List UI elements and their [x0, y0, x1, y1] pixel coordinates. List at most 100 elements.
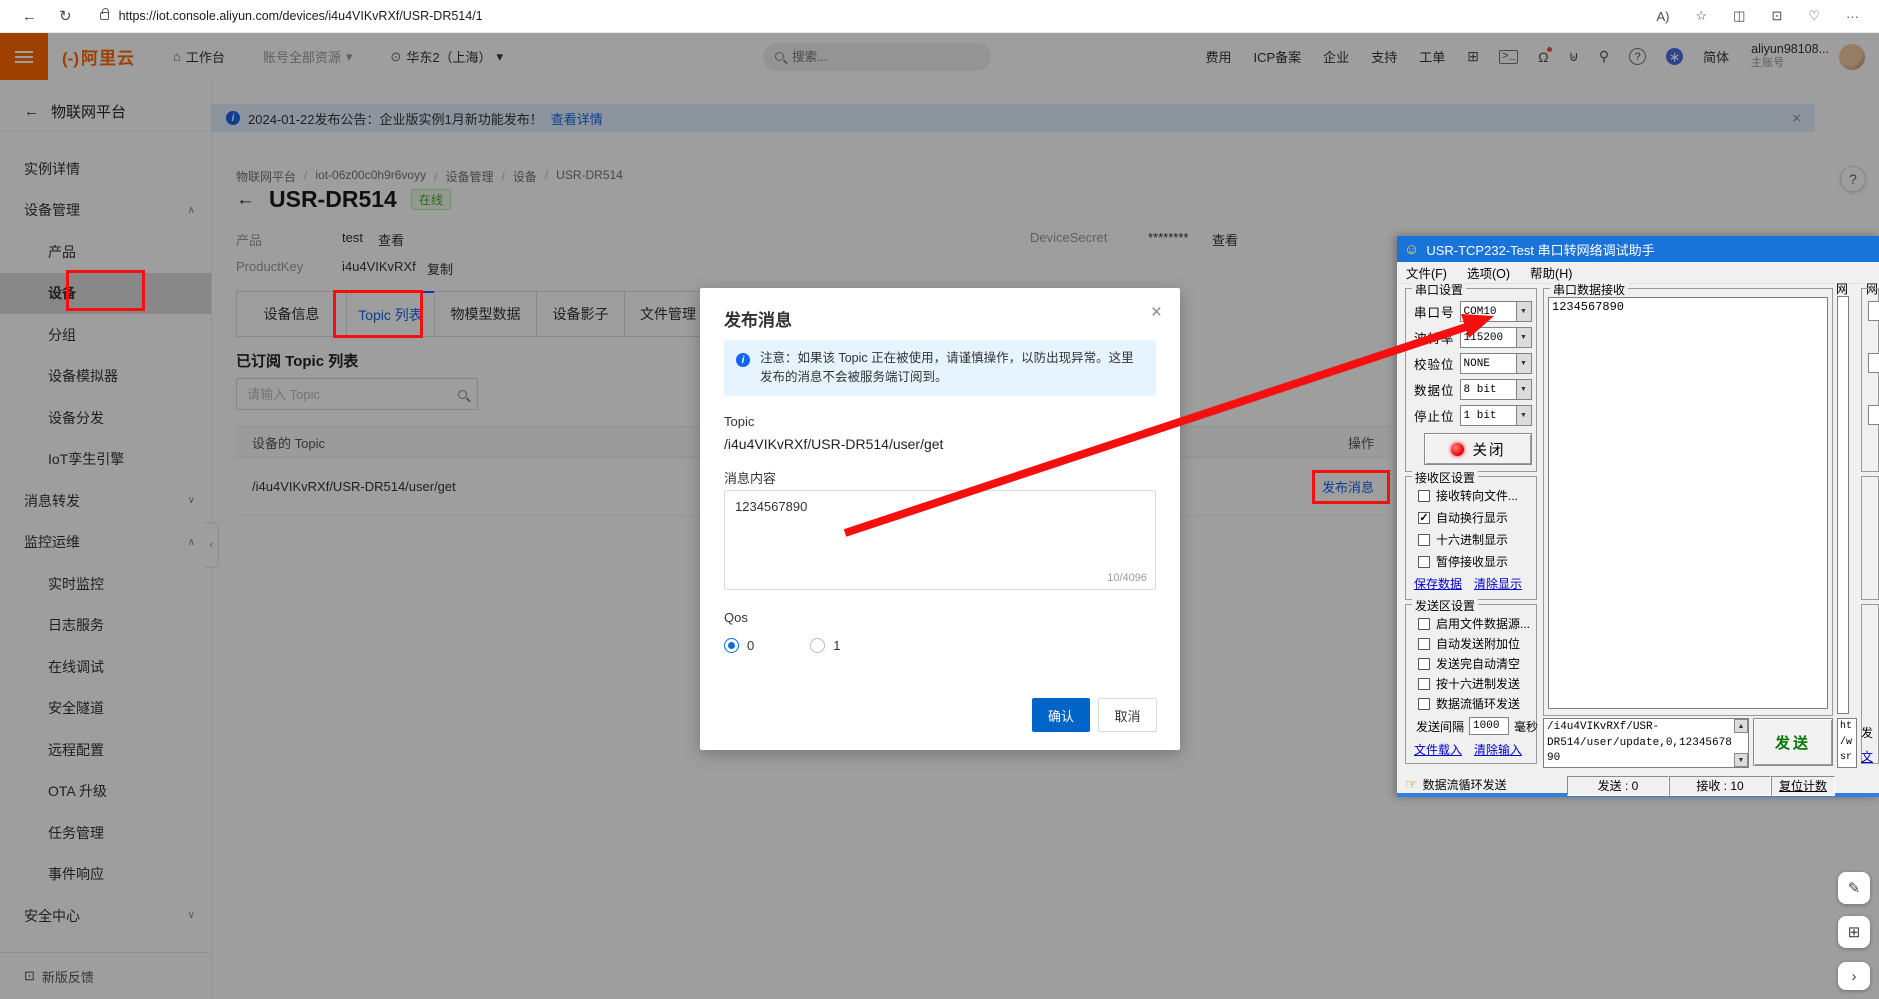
checkbox-loop-send[interactable]: 数据流循环发送: [1418, 695, 1520, 712]
send-interval-input[interactable]: [1469, 717, 1509, 735]
dropdown-icon[interactable]: ▼: [1516, 302, 1531, 321]
qos-1-radio[interactable]: 1: [810, 638, 840, 653]
parity-row: 校验位 NONE▼: [1414, 353, 1532, 374]
browser-essentials-icon[interactable]: ♡: [1808, 8, 1820, 24]
parity-select[interactable]: NONE▼: [1460, 353, 1532, 374]
checkbox-icon: [1418, 678, 1430, 690]
checkbox-send-as-hex[interactable]: 按十六进制发送: [1418, 675, 1520, 692]
dialog-title: 发布消息: [724, 306, 792, 331]
group-label: 发送区设置: [1412, 597, 1478, 614]
serial-port-select[interactable]: COM10▼: [1460, 301, 1532, 322]
app-smiley-icon: ☺: [1404, 241, 1419, 258]
cancel-button[interactable]: 取消: [1098, 698, 1157, 732]
browser-menu-icon[interactable]: ···: [1846, 9, 1859, 24]
topic-label: Topic: [724, 414, 754, 429]
cutoff-link-fragment[interactable]: 文: [1861, 748, 1873, 765]
receive-settings-group: 接收区设置 接收转向文件... ✓自动换行显示 十六进制显示 暂停接收显示 保存…: [1405, 476, 1537, 600]
reset-counter-button[interactable]: 复位计数: [1771, 776, 1835, 796]
message-content-label: 消息内容: [724, 468, 776, 487]
qos-0-radio[interactable]: 0: [724, 638, 754, 653]
split-screen-icon[interactable]: ◫: [1733, 8, 1745, 24]
favorite-star-icon[interactable]: ☆: [1695, 8, 1707, 24]
checkbox-auto-send-append[interactable]: 自动发送附加位: [1418, 635, 1520, 652]
window-titlebar[interactable]: ☺ USR-TCP232-Test 串口转网络调试助手: [1397, 236, 1879, 262]
stop-bits-select[interactable]: 1 bit▼: [1460, 405, 1532, 426]
baud-rate-select[interactable]: 115200▼: [1460, 327, 1532, 348]
checkbox-recv-to-file[interactable]: 接收转向文件...: [1418, 487, 1518, 504]
checkbox-pause-recv[interactable]: 暂停接收显示: [1418, 553, 1508, 570]
receive-data-area[interactable]: 1234567890: [1548, 297, 1828, 709]
collections-icon[interactable]: ⊡: [1771, 8, 1782, 24]
read-aloud-icon[interactable]: A): [1656, 9, 1669, 24]
close-icon[interactable]: ×: [1151, 302, 1162, 324]
topic-value: /i4u4VIKvRXf/USR-DR514/user/get: [724, 436, 943, 452]
scroll-strip[interactable]: [1837, 296, 1849, 714]
radio-icon: [724, 638, 739, 653]
group-label: 串口设置: [1412, 281, 1466, 298]
scroll-up-icon[interactable]: ▲: [1734, 719, 1748, 733]
menu-bar: 文件(F) 选项(O) 帮助(H): [1397, 262, 1879, 284]
info-icon: i: [736, 353, 750, 367]
send-data-box[interactable]: /i4u4VIKvRXf/USR- DR514/user/update,0,12…: [1543, 718, 1749, 768]
stop-bits-row: 停止位 1 bit▼: [1414, 405, 1532, 426]
serial-data-receive-group: 串口数据接收 1234567890: [1543, 288, 1833, 716]
baud-rate-row: 波特率 115200▼: [1414, 327, 1532, 348]
browser-toolbar: ← ↻ https://iot.console.aliyun.com/devic…: [0, 0, 1879, 33]
clear-input-link[interactable]: 清除输入: [1474, 741, 1522, 758]
qos-label: Qos: [724, 610, 748, 625]
checkbox-clear-after-send[interactable]: 发送完自动清空: [1418, 655, 1520, 672]
browser-reload-icon[interactable]: ↻: [59, 7, 72, 25]
save-data-link[interactable]: 保存数据: [1414, 575, 1462, 592]
dropdown-icon[interactable]: ▼: [1516, 380, 1531, 399]
checkbox-file-data-source[interactable]: 启用文件数据源...: [1418, 615, 1530, 632]
serial-settings-group: 串口设置 串口号 COM10▼ 波特率 115200▼ 校验位 NONE▼ 数据…: [1405, 288, 1537, 472]
message-content-textarea[interactable]: 1234567890: [725, 491, 1155, 589]
serial-close-button[interactable]: 关闭: [1424, 433, 1532, 465]
send-interval-row: 发送间隔 毫秒: [1416, 717, 1538, 735]
checkbox-auto-newline[interactable]: ✓自动换行显示: [1418, 509, 1508, 526]
screen: ← ↻ https://iot.console.aliyun.com/devic…: [0, 0, 1879, 999]
cutoff-group-fragment: [1861, 288, 1879, 472]
group-label: 串口数据接收: [1550, 281, 1628, 298]
browser-back-icon[interactable]: ←: [22, 8, 37, 25]
menu-options[interactable]: 选项(O): [1467, 263, 1510, 282]
edge-panel-icon[interactable]: ⊞: [1838, 916, 1870, 948]
dropdown-icon[interactable]: ▼: [1516, 328, 1531, 347]
checkbox-hex-display[interactable]: 十六进制显示: [1418, 531, 1508, 548]
checkbox-icon: [1418, 534, 1430, 546]
lock-icon: [100, 12, 109, 20]
dropdown-icon[interactable]: ▼: [1516, 406, 1531, 425]
load-file-link[interactable]: 文件载入: [1414, 741, 1462, 758]
radio-icon: [810, 638, 825, 653]
edge-expand-icon[interactable]: ›: [1838, 962, 1870, 990]
received-counter: 接收 : 10: [1669, 776, 1771, 796]
window-title: USR-TCP232-Test 串口转网络调试助手: [1426, 240, 1654, 259]
cutoff-text-fragment: 发: [1861, 724, 1873, 741]
publish-message-dialog: 发布消息 × i 注意：如果该 Topic 正在被使用，请谨慎操作，以防出现异常…: [700, 288, 1180, 750]
statusbar-stream: ☞ 数据流循环发送: [1405, 776, 1507, 793]
alert-box: i 注意：如果该 Topic 正在被使用，请谨慎操作，以防出现异常。这里发布的消…: [724, 340, 1156, 396]
menu-help[interactable]: 帮助(H): [1530, 263, 1572, 282]
hand-pointer-icon: ☞: [1405, 776, 1418, 793]
confirm-button[interactable]: 确认: [1032, 698, 1090, 732]
send-button[interactable]: 发送: [1753, 718, 1833, 766]
send-data-text: /i4u4VIKvRXf/USR- DR514/user/update,0,12…: [1547, 720, 1732, 766]
usr-tcp232-window: ☺ USR-TCP232-Test 串口转网络调试助手 文件(F) 选项(O) …: [1397, 236, 1879, 797]
edge-compose-icon[interactable]: ✎: [1838, 872, 1870, 904]
url-text[interactable]: https://iot.console.aliyun.com/devices/i…: [119, 9, 483, 23]
scroll-down-icon[interactable]: ▼: [1734, 753, 1748, 767]
checkbox-icon: ✓: [1418, 512, 1430, 524]
data-bits-select[interactable]: 8 bit▼: [1460, 379, 1532, 400]
checkbox-icon: [1418, 698, 1430, 710]
checkbox-icon: [1418, 618, 1430, 630]
cutoff-group-fragment: [1861, 476, 1879, 600]
address-bar[interactable]: https://iot.console.aliyun.com/devices/i…: [100, 9, 483, 23]
checkbox-icon: [1418, 490, 1430, 502]
dropdown-icon[interactable]: ▼: [1516, 354, 1531, 373]
checkbox-icon: [1418, 556, 1430, 568]
net-group-label-fragment: 网: [1835, 280, 1849, 297]
menu-file[interactable]: 文件(F): [1406, 263, 1447, 282]
clear-display-link[interactable]: 清除显示: [1474, 575, 1522, 592]
serial-port-row: 串口号 COM10▼: [1414, 301, 1532, 322]
group-label: 接收区设置: [1412, 469, 1478, 486]
